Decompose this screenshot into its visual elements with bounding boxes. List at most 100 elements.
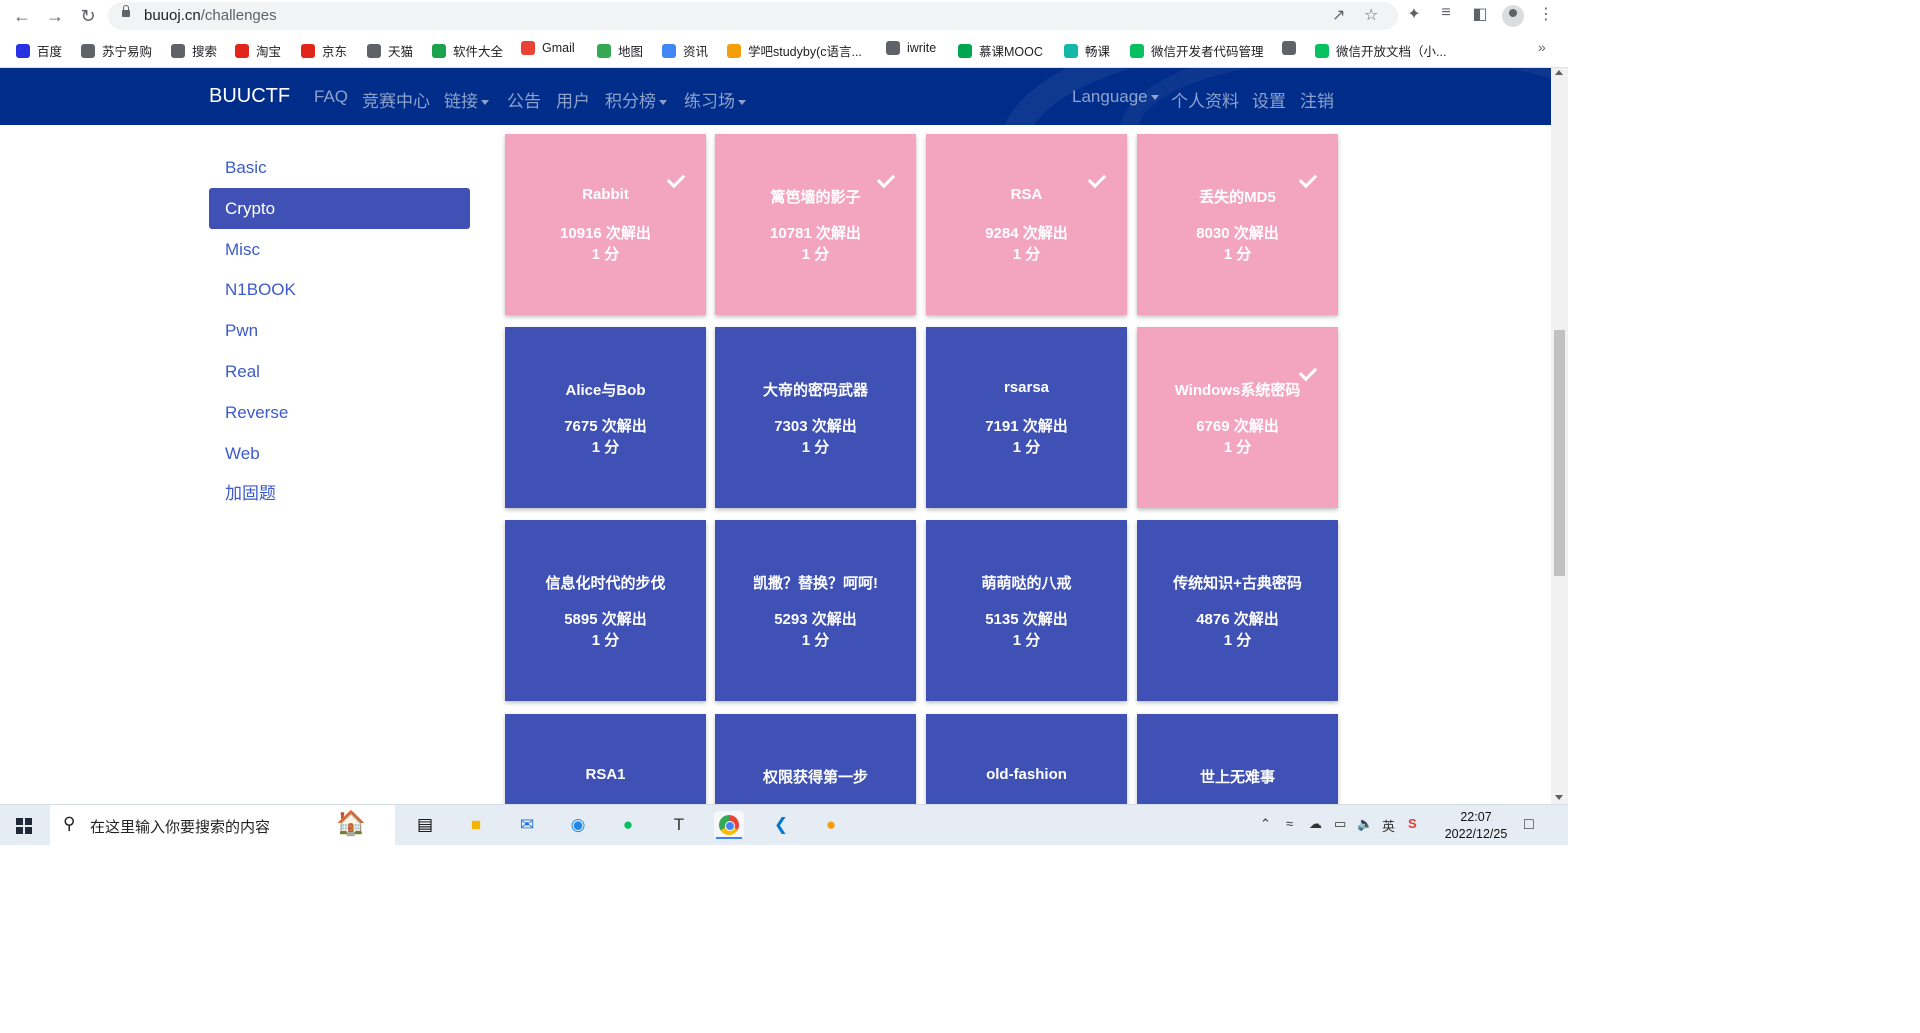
challenge-card[interactable]: Rabbit 10916 次解出 1 分: [505, 134, 706, 315]
page-scrollbar[interactable]: [1551, 68, 1568, 804]
challenge-card[interactable]: 凯撒？替换？呵呵! 5293 次解出 1 分: [715, 520, 916, 701]
bookmark-label: 资讯: [683, 45, 709, 59]
notification-icon[interactable]: □: [1524, 816, 1534, 834]
challenge-card[interactable]: 丢失的MD5 8030 次解出 1 分: [1137, 134, 1338, 315]
challenge-card[interactable]: old-fashion: [926, 714, 1127, 804]
bookmark-item[interactable]: 软件大全: [432, 41, 503, 60]
reading-list-icon[interactable]: ≡: [1434, 4, 1458, 22]
bookmark-item[interactable]: 慕课MOOC: [958, 41, 1043, 60]
sidebar-category-item[interactable]: Basic: [209, 147, 470, 188]
vscode-icon[interactable]: ❮: [766, 811, 796, 839]
bookmarks-overflow-icon[interactable]: »: [1538, 39, 1546, 55]
chrome-icon[interactable]: [714, 811, 744, 839]
challenge-card[interactable]: rsarsa 7191 次解出 1 分: [926, 327, 1127, 508]
volume-icon[interactable]: 🔈: [1357, 816, 1373, 832]
bookmark-item[interactable]: [1282, 41, 1303, 55]
challenge-card[interactable]: RSA 9284 次解出 1 分: [926, 134, 1127, 315]
scroll-down-icon[interactable]: [1555, 795, 1563, 800]
challenge-card[interactable]: 传统知识+古典密码 4876 次解出 1 分: [1137, 520, 1338, 701]
browser-app-icon[interactable]: ◉: [563, 811, 593, 839]
wechat-icon[interactable]: ●: [613, 811, 643, 839]
url-host: buuoj.cn: [144, 7, 201, 24]
challenge-card[interactable]: 世上无难事: [1137, 714, 1338, 804]
address-bar[interactable]: buuoj.cn/challenges ↗ ☆: [108, 2, 1398, 30]
cloud-icon[interactable]: ☁: [1309, 816, 1322, 832]
windows-start-icon[interactable]: [16, 818, 32, 834]
nav-item[interactable]: FAQ: [314, 87, 348, 107]
bookmark-item[interactable]: 资讯: [662, 41, 708, 60]
profile-avatar[interactable]: [1502, 5, 1524, 27]
nav-item[interactable]: 注销: [1300, 87, 1334, 112]
bookmark-item[interactable]: 地图: [597, 41, 643, 60]
share-icon[interactable]: ↗: [1332, 5, 1345, 25]
nav-item[interactable]: 公告: [507, 87, 541, 112]
taskbar-search[interactable]: ⚲ 在这里输入你要搜索的内容 🏠: [50, 805, 395, 845]
site-brand[interactable]: BUUCTF: [209, 85, 290, 108]
challenge-solves: 6769 次解出: [1196, 418, 1279, 435]
nav-item[interactable]: 练习场: [684, 87, 746, 112]
nav-item[interactable]: Language: [1072, 87, 1159, 107]
star-icon[interactable]: ☆: [1364, 5, 1378, 25]
url-text[interactable]: buuoj.cn/challenges: [144, 7, 277, 24]
challenge-card[interactable]: 大帝的密码武器 7303 次解出 1 分: [715, 327, 916, 508]
bookmark-item[interactable]: iwrite: [886, 41, 936, 55]
nav-item[interactable]: 用户: [556, 87, 590, 112]
challenge-card[interactable]: 萌萌哒的八戒 5135 次解出 1 分: [926, 520, 1127, 701]
bookmark-item[interactable]: 苏宁易购: [81, 41, 152, 60]
sidebar-category-item[interactable]: 加固题: [209, 473, 470, 514]
mail-icon[interactable]: ✉: [512, 811, 542, 839]
nav-item[interactable]: 链接: [444, 87, 489, 112]
file-explorer-icon[interactable]: ■: [461, 811, 491, 839]
scroll-thumb[interactable]: [1554, 330, 1565, 576]
challenge-card[interactable]: 篱笆墙的影子 10781 次解出 1 分: [715, 134, 916, 315]
challenge-card[interactable]: 信息化时代的步伐 5895 次解出 1 分: [505, 520, 706, 701]
extensions-icon[interactable]: ✦: [1402, 4, 1426, 24]
nav-item[interactable]: 设置: [1252, 87, 1286, 112]
sidebar-category-item[interactable]: Real: [209, 351, 470, 392]
bookmark-item[interactable]: 学吧studyby(c语言...: [727, 41, 862, 60]
task-view-icon[interactable]: ▤: [410, 811, 440, 839]
typora-icon[interactable]: T: [664, 811, 694, 839]
bookmark-item[interactable]: 微信开发者代码管理: [1130, 41, 1264, 60]
side-panel-icon[interactable]: ◧: [1468, 4, 1492, 24]
scroll-up-icon[interactable]: [1555, 70, 1563, 75]
bookmark-item[interactable]: 百度: [16, 41, 62, 60]
challenge-card[interactable]: 权限获得第一步: [715, 714, 916, 804]
nav-item[interactable]: 个人资料: [1171, 87, 1239, 112]
challenge-card[interactable]: RSA1: [505, 714, 706, 804]
bookmark-favicon-icon: [301, 43, 315, 58]
system-clock[interactable]: 22:07 2022/12/25: [1440, 809, 1512, 843]
caret-down-icon: [481, 100, 489, 106]
challenge-card[interactable]: Alice与Bob 7675 次解出 1 分: [505, 327, 706, 508]
bookmark-item[interactable]: 微信开放文档（小...: [1315, 41, 1446, 60]
sidebar-category-item[interactable]: Pwn: [209, 310, 470, 351]
sogou-ime-icon[interactable]: S: [1408, 816, 1417, 831]
back-icon[interactable]: ←: [10, 4, 34, 28]
challenge-card[interactable]: Windows系统密码 6769 次解出 1 分: [1137, 327, 1338, 508]
sidebar-category-item[interactable]: Misc: [209, 229, 470, 270]
wifi-icon[interactable]: ≈: [1286, 816, 1293, 831]
nav-item[interactable]: 积分榜: [605, 87, 667, 112]
forward-icon[interactable]: →: [43, 4, 67, 28]
ime-indicator[interactable]: 英: [1382, 816, 1395, 835]
sidebar-category-item[interactable]: Web: [209, 433, 470, 474]
bookmark-item[interactable]: 京东: [301, 41, 347, 60]
reload-icon[interactable]: ↻: [76, 4, 100, 28]
challenge-points: 1 分: [591, 246, 620, 263]
nav-item[interactable]: 竞赛中心: [362, 87, 430, 112]
nav-item-label: 公告: [507, 92, 541, 111]
tray-chevron-icon[interactable]: ⌃: [1260, 816, 1271, 832]
menu-kebab-icon[interactable]: ⋮: [1534, 4, 1558, 24]
bookmark-item[interactable]: 淘宝: [235, 41, 281, 60]
bookmark-item[interactable]: Gmail: [521, 41, 575, 55]
bookmark-item[interactable]: 畅课: [1064, 41, 1110, 60]
sidebar-category-item[interactable]: N1BOOK: [209, 269, 470, 310]
bookmark-favicon-icon: [727, 43, 741, 58]
sidebar-category-item[interactable]: Crypto: [209, 187, 470, 229]
bookmark-item[interactable]: 天猫: [367, 41, 413, 60]
challenge-name: RSA: [1010, 186, 1043, 203]
bookmark-item[interactable]: 搜索: [171, 41, 217, 60]
battery-icon[interactable]: ▭: [1334, 816, 1346, 832]
app-icon[interactable]: ●: [816, 811, 846, 839]
sidebar-category-item[interactable]: Reverse: [209, 392, 470, 433]
